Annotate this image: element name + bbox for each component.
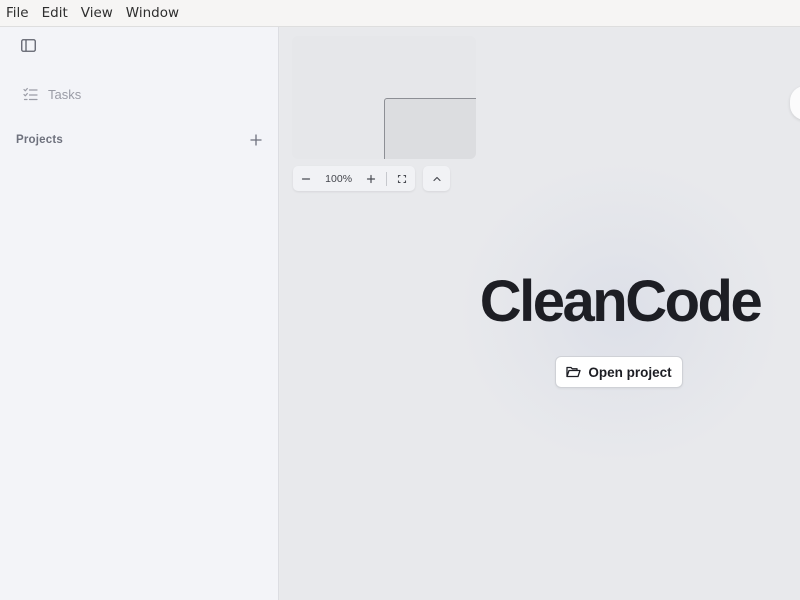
menu-file[interactable]: File bbox=[6, 0, 29, 27]
minimap-viewport[interactable] bbox=[384, 98, 476, 159]
zoom-level: 100% bbox=[325, 172, 353, 185]
zoom-divider bbox=[386, 171, 388, 186]
menu-view[interactable]: View bbox=[81, 0, 113, 27]
app-brand-title: CleanCode bbox=[479, 269, 763, 334]
add-project-button[interactable] bbox=[248, 132, 264, 148]
sidebar-item-tasks[interactable]: Tasks bbox=[16, 81, 262, 107]
menu-window[interactable]: Window bbox=[126, 0, 179, 27]
collapse-minimap-button[interactable] bbox=[423, 166, 450, 191]
fit-screen-button[interactable] bbox=[389, 166, 415, 191]
chevron-up-icon bbox=[432, 176, 441, 181]
side-panel-handle[interactable] bbox=[790, 86, 800, 120]
menu-edit[interactable]: Edit bbox=[42, 0, 68, 27]
canvas-area[interactable]: 100% CleanCode Open project bbox=[280, 28, 800, 600]
sidebar-toggle-button[interactable] bbox=[19, 37, 37, 53]
checklist-icon bbox=[22, 86, 38, 102]
folder-open-icon bbox=[566, 366, 582, 379]
minimap[interactable] bbox=[292, 36, 476, 159]
sidebar: Tasks Projects bbox=[0, 27, 279, 600]
projects-section-header: Projects bbox=[16, 130, 264, 150]
open-project-label: Open project bbox=[588, 364, 672, 380]
sidebar-panel-icon bbox=[20, 38, 36, 52]
fit-screen-icon bbox=[398, 174, 407, 183]
plus-icon bbox=[367, 174, 376, 183]
open-project-button[interactable]: Open project bbox=[555, 356, 683, 388]
zoom-in-button[interactable] bbox=[358, 166, 384, 191]
sidebar-item-label: Tasks bbox=[48, 86, 82, 102]
plus-icon bbox=[250, 134, 262, 146]
zoom-out-button[interactable] bbox=[293, 166, 319, 191]
menu-bar: File Edit View Window bbox=[0, 0, 800, 27]
projects-heading: Projects bbox=[16, 134, 63, 146]
minus-icon bbox=[301, 177, 310, 180]
zoom-controls: 100% bbox=[293, 166, 415, 191]
